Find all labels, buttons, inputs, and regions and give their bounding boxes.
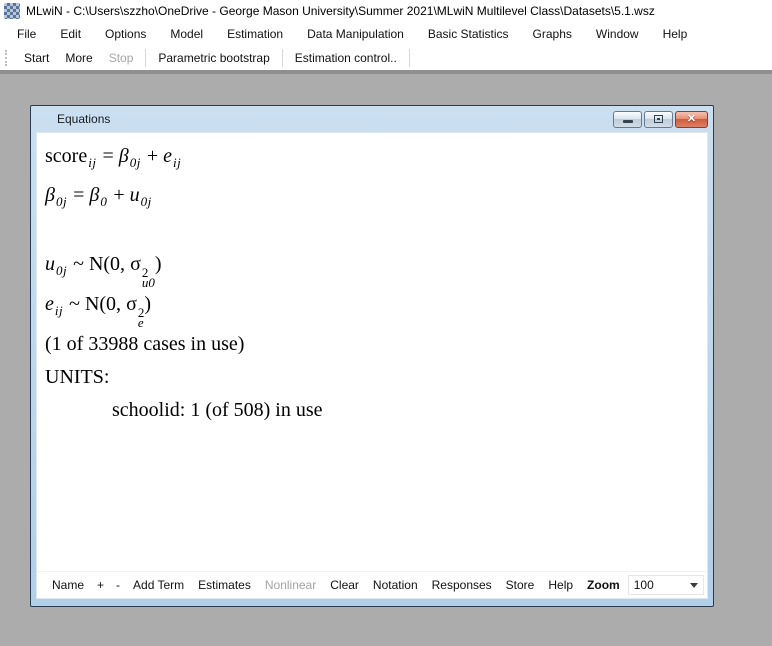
clear-button[interactable]: Clear (323, 576, 366, 594)
toolbar: Start More Stop Parametric bootstrap Est… (0, 46, 772, 70)
menu-item-data-manipulation[interactable]: Data Manipulation (295, 22, 416, 46)
help-button[interactable]: Help (541, 576, 580, 594)
equations-window: Equations ✕ scoreij = β0j + eij β0j = β0… (30, 105, 714, 607)
add-term-button[interactable]: Add Term (126, 576, 191, 594)
units-label: UNITS: (45, 361, 707, 394)
schoolid-units-text: schoolid: 1 (of 508) in use (45, 394, 707, 427)
menu-item-estimation[interactable]: Estimation (215, 22, 295, 46)
close-button[interactable]: ✕ (675, 111, 708, 128)
responses-button[interactable]: Responses (425, 576, 499, 594)
equation-line-u-distribution[interactable]: u0j ~ N(0, σ2u0) (45, 248, 707, 288)
minimize-icon (623, 120, 633, 123)
app-icon (4, 3, 20, 19)
estimation-control-button[interactable]: Estimation control.. (287, 48, 405, 68)
equation-line-e-distribution[interactable]: eij ~ N(0, σ2e) (45, 288, 707, 328)
dropdown-arrow-icon (690, 583, 698, 588)
toolbar-separator (409, 49, 410, 67)
app-title: MLwiN - C:\Users\szzho\OneDrive - George… (26, 4, 655, 18)
add-subscript-button[interactable]: + (91, 576, 110, 594)
toolbar-grip-handle[interactable] (5, 50, 10, 66)
menu-item-basic-statistics[interactable]: Basic Statistics (416, 22, 521, 46)
menu-item-edit[interactable]: Edit (48, 22, 93, 46)
equation-line-response[interactable]: scoreij = β0j + eij (45, 140, 707, 179)
more-button[interactable]: More (57, 48, 100, 68)
remove-subscript-button[interactable]: - (110, 576, 126, 594)
name-button[interactable]: Name (45, 576, 91, 594)
cases-in-use-text: (1 of 33988 cases in use) (45, 328, 707, 361)
toolbar-separator (282, 49, 283, 67)
minimize-button[interactable] (613, 111, 642, 128)
start-button[interactable]: Start (16, 48, 57, 68)
window-controls: ✕ (613, 111, 708, 128)
equations-body: scoreij = β0j + eij β0j = β0 + u0j u0j ~… (36, 132, 708, 599)
equations-titlebar[interactable]: Equations ✕ (31, 106, 713, 132)
app-titlebar[interactable]: MLwiN - C:\Users\szzho\OneDrive - George… (0, 0, 772, 22)
workspace: Equations ✕ scoreij = β0j + eij β0j = β0… (0, 70, 772, 646)
equations-content: scoreij = β0j + eij β0j = β0 + u0j u0j ~… (37, 133, 707, 571)
nonlinear-button: Nonlinear (258, 576, 323, 594)
equation-line-level2[interactable]: β0j = β0 + u0j (45, 179, 707, 218)
menu-item-window[interactable]: Window (584, 22, 651, 46)
menu-item-options[interactable]: Options (93, 22, 158, 46)
store-button[interactable]: Store (499, 576, 542, 594)
menu-item-help[interactable]: Help (651, 22, 700, 46)
equations-footer-toolbar: Name + - Add Term Estimates Nonlinear Cl… (37, 571, 707, 598)
close-icon: ✕ (687, 114, 696, 125)
zoom-value: 100 (634, 578, 654, 592)
parametric-bootstrap-button[interactable]: Parametric bootstrap (150, 48, 277, 68)
menu-item-graphs[interactable]: Graphs (521, 22, 584, 46)
equations-window-title: Equations (57, 112, 613, 126)
zoom-label: Zoom (580, 576, 624, 594)
menu-item-file[interactable]: File (5, 22, 48, 46)
notation-button[interactable]: Notation (366, 576, 425, 594)
restore-icon (654, 115, 663, 123)
stop-button: Stop (101, 48, 142, 68)
toolbar-separator (145, 49, 146, 67)
menu-bar: File Edit Options Model Estimation Data … (0, 22, 772, 46)
restore-button[interactable] (644, 111, 673, 128)
estimates-button[interactable]: Estimates (191, 576, 258, 594)
menu-item-model[interactable]: Model (158, 22, 215, 46)
zoom-combobox[interactable]: 100 (628, 575, 704, 595)
